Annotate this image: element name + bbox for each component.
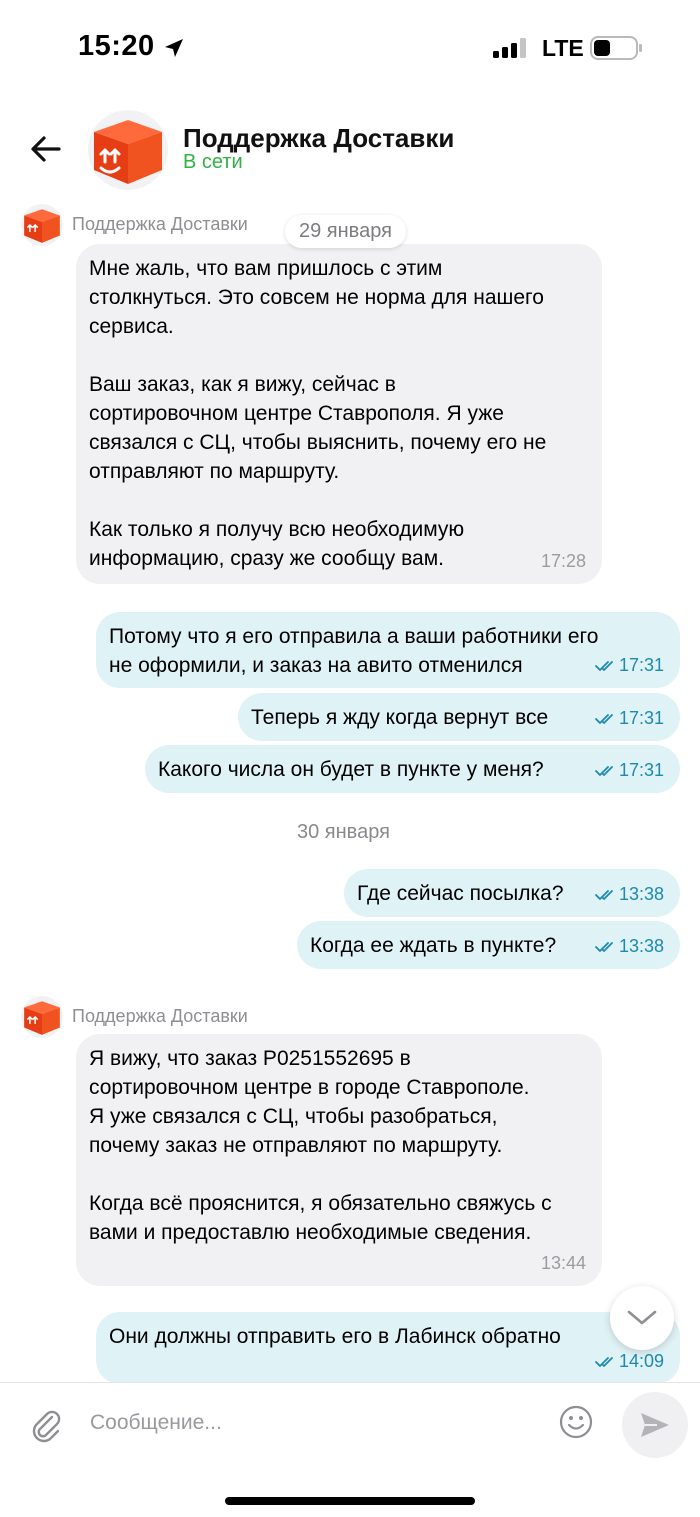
double-check-icon (595, 889, 613, 900)
message-meta: 17:31 (595, 651, 664, 680)
message-time: 13:44 (540, 1253, 586, 1273)
message-text: Я вижу, что заказ P0251552695 в сортиров… (89, 1047, 552, 1244)
sender-name: Поддержка Доставки (72, 1006, 248, 1026)
incoming-message[interactable]: Я вижу, что заказ P0251552695 в сортиров… (76, 1034, 602, 1286)
message-meta: 17:31 (595, 704, 664, 733)
location-arrow-icon (165, 39, 183, 57)
message-time: 13:38 (618, 884, 664, 904)
message-time: 14:09 (618, 1351, 664, 1371)
battery-icon (590, 36, 642, 60)
status-time: 15:20 (78, 30, 155, 62)
message-meta: 13:38 (595, 932, 664, 961)
message-meta: 13:38 (595, 880, 664, 909)
outgoing-message[interactable]: Какого числа он будет в пункте у меня? 1… (145, 745, 680, 793)
emoji-icon[interactable] (559, 1405, 593, 1439)
double-check-icon (595, 1356, 613, 1367)
home-indicator (225, 1497, 475, 1505)
date-separator: 30 января (297, 821, 390, 843)
send-icon (641, 1413, 669, 1437)
chat-header: Поддержка Доставки В сети (0, 100, 700, 196)
status-bar: 15:20 LTE (0, 0, 700, 96)
chat-title: Поддержка Доставки (183, 123, 455, 153)
message-text: Они должны отправить его в Лабинск обрат… (109, 1325, 561, 1348)
message-time: 17:31 (618, 760, 664, 780)
double-check-icon (595, 713, 613, 724)
paperclip-icon[interactable] (30, 1407, 62, 1443)
message-text: Потому что я его отправила а ваши работн… (109, 625, 599, 677)
outgoing-message[interactable]: Где сейчас посылка? 13:38 (344, 869, 680, 917)
outgoing-message[interactable]: Когда ее ждать в пункте? 13:38 (297, 921, 680, 969)
message-meta: 17:28 (541, 547, 586, 576)
message-meta: 14:09 (595, 1347, 664, 1376)
back-arrow-icon[interactable] (28, 131, 64, 167)
double-check-icon (595, 765, 613, 776)
message-composer (0, 1382, 700, 1517)
box-logo-icon (88, 110, 168, 190)
sender-avatar-icon[interactable] (21, 996, 63, 1038)
message-time: 17:31 (618, 655, 664, 675)
outgoing-message[interactable]: Потому что я его отправила а ваши работн… (96, 612, 680, 688)
message-text: Мне жаль, что вам пришлось с этим столкн… (89, 257, 547, 570)
message-time: 13:38 (618, 936, 664, 956)
message-time: 17:31 (618, 708, 664, 728)
scroll-down-button[interactable] (610, 1286, 674, 1350)
double-check-icon (595, 660, 613, 671)
chevron-down-icon (627, 1310, 657, 1325)
network-label: LTE (542, 35, 584, 61)
message-time: 17:28 (540, 551, 586, 571)
sender-avatar-icon[interactable] (21, 204, 63, 246)
send-button[interactable] (622, 1392, 688, 1458)
message-text: Какого числа он будет в пункте у меня? (158, 758, 544, 781)
message-input[interactable] (90, 1403, 530, 1443)
online-status: В сети (183, 151, 243, 173)
double-check-icon (595, 941, 613, 952)
header-avatar[interactable] (88, 110, 168, 190)
message-meta: 13:44 (541, 1249, 586, 1278)
outgoing-message[interactable]: Теперь я жду когда вернут все 17:31 (238, 693, 680, 741)
date-separator: 29 января (285, 215, 406, 248)
incoming-message[interactable]: Мне жаль, что вам пришлось с этим столкн… (76, 244, 602, 584)
sender-name: Поддержка Доставки (72, 214, 248, 234)
signal-icon (493, 38, 526, 58)
outgoing-message[interactable]: Они должны отправить его в Лабинск обрат… (96, 1312, 680, 1382)
message-meta: 17:31 (595, 756, 664, 785)
message-feed[interactable]: Поддержка Доставки Мне жаль, что вам при… (0, 196, 700, 1382)
